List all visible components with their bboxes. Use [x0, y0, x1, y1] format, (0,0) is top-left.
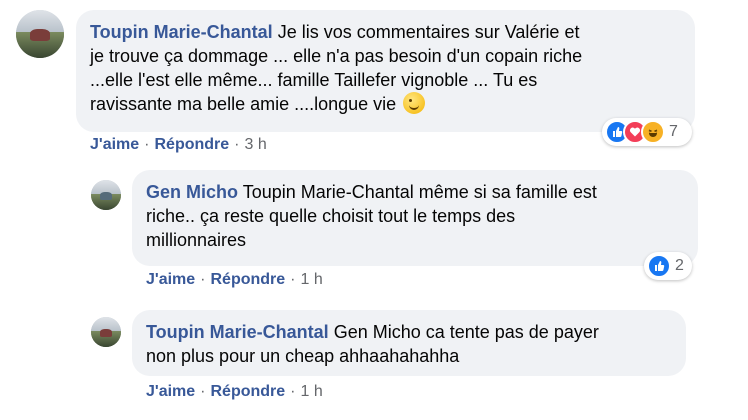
comment-text: ...elle l'est elle même... famille Taill…: [90, 70, 538, 90]
comment-text: non plus pour un cheap ahhaahahahha: [146, 346, 460, 366]
wink-emoji-icon: [403, 92, 426, 114]
reaction-count: 7: [669, 123, 678, 140]
comment-text: Toupin Marie-Chantal même si sa famille …: [242, 182, 597, 202]
comment-time[interactable]: 3 h: [245, 136, 267, 153]
reply-link[interactable]: Répondre: [155, 136, 230, 153]
reaction-summary[interactable]: 2: [644, 252, 692, 280]
comment-actions: J'aime · Répondre · 1 h: [146, 383, 323, 400]
comment-author[interactable]: Toupin Marie-Chantal: [90, 22, 273, 42]
avatar[interactable]: [91, 180, 121, 210]
like-link[interactable]: J'aime: [146, 271, 195, 288]
comment-text: riche.. ça reste quelle choisit tout le …: [146, 206, 516, 226]
avatar[interactable]: [16, 10, 64, 58]
comment-text: millionnaires: [146, 230, 247, 250]
comment-text: Je lis vos commentaires sur Valérie et: [277, 22, 580, 42]
like-icon: [647, 254, 671, 278]
comment-author[interactable]: Gen Micho: [146, 182, 238, 202]
reply-link[interactable]: Répondre: [211, 383, 286, 400]
comment-bubble: Toupin Marie-Chantal Je lis vos commenta…: [76, 10, 695, 132]
comment-author[interactable]: Toupin Marie-Chantal: [146, 322, 329, 342]
comment-text: Gen Micho ca tente pas de payer: [333, 322, 599, 342]
comment-bubble: Gen Micho Toupin Marie-Chantal même si s…: [132, 170, 698, 266]
comment-text: ravissante ma belle amie ....longue vie: [90, 94, 397, 114]
comment-time[interactable]: 1 h: [301, 271, 323, 288]
reply-link[interactable]: Répondre: [211, 271, 286, 288]
comment-bubble: Toupin Marie-Chantal Gen Micho ca tente …: [132, 310, 686, 376]
reaction-count: 2: [675, 257, 684, 274]
haha-icon: [641, 120, 665, 144]
avatar[interactable]: [91, 317, 121, 347]
comment-time[interactable]: 1 h: [301, 383, 323, 400]
comment-actions: J'aime · Répondre · 1 h: [146, 271, 323, 288]
like-link[interactable]: J'aime: [146, 383, 195, 400]
reaction-summary[interactable]: 7: [602, 118, 692, 146]
comment-actions: J'aime · Répondre · 3 h: [90, 136, 267, 153]
like-link[interactable]: J'aime: [90, 136, 139, 153]
comment-text: je trouve ça dommage ... elle n'a pas be…: [90, 46, 583, 66]
